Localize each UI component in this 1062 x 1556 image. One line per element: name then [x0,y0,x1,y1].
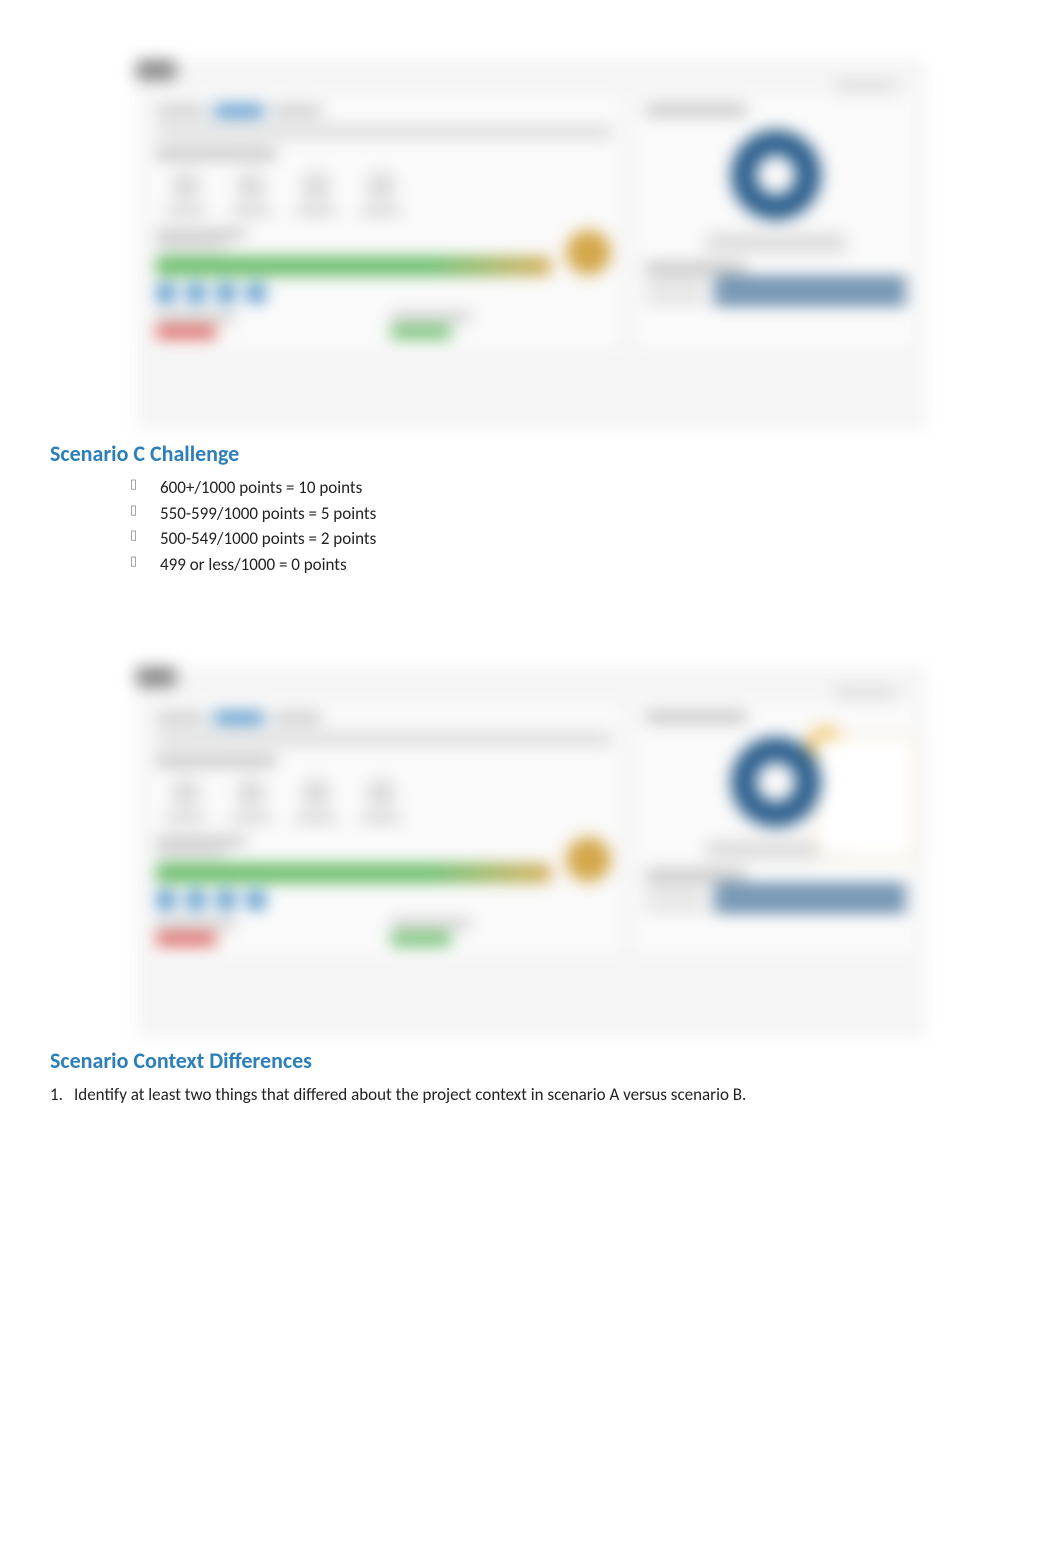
scenario-screenshot-1 [136,60,926,430]
bullet-text: 500-549/1000 points = 2 points [160,528,376,549]
bullet-icon: ▯ [130,501,137,521]
bullet-item: ▯ 500-549/1000 points = 2 points [130,526,1012,552]
bullet-icon: ▯ [130,552,137,572]
scenario-screenshot-2 [136,667,926,1037]
item-text: Identify at least two things that differ… [74,1084,746,1105]
bullet-text: 499 or less/1000 = 0 points [160,554,347,575]
bullet-item: ▯ 600+/1000 points = 10 points [130,475,1012,501]
item-number: 1. [50,1082,63,1108]
context-questions-list: 1. Identify at least two things that dif… [50,1082,1012,1108]
bullet-text: 600+/1000 points = 10 points [160,477,362,498]
bullet-icon: ▯ [130,526,137,546]
bullet-item: ▯ 499 or less/1000 = 0 points [130,552,1012,578]
scoring-bullet-list: ▯ 600+/1000 points = 10 points ▯ 550-599/1… [50,475,1012,577]
list-item: 1. Identify at least two things that dif… [50,1082,1012,1108]
bullet-icon: ▯ [130,475,137,495]
bullet-text: 550-599/1000 points = 5 points [160,503,376,524]
bullet-item: ▯ 550-599/1000 points = 5 points [130,501,1012,527]
scenario-c-heading: Scenario C Challenge [50,440,1012,467]
scenario-context-heading: Scenario Context Differences [50,1047,1012,1074]
